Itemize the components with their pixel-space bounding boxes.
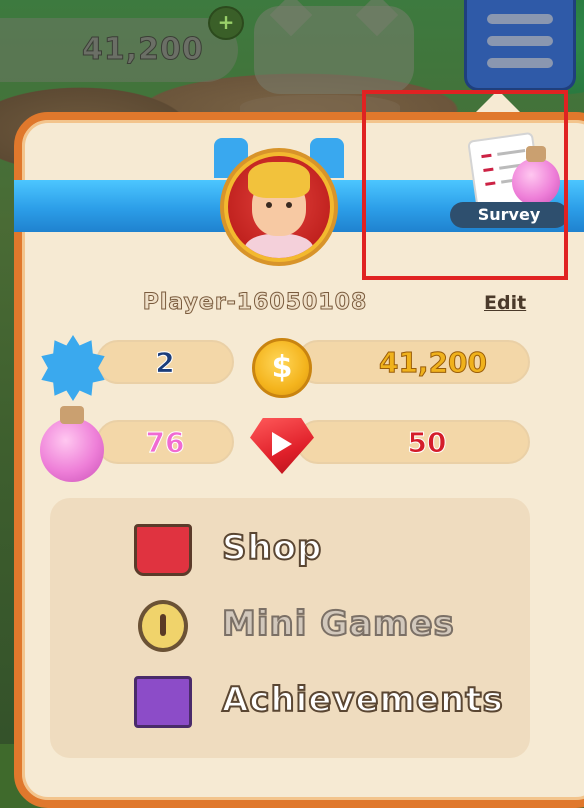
avatar-eye bbox=[266, 202, 272, 208]
rubies-value: 50 bbox=[407, 426, 447, 460]
avatar-hair bbox=[248, 162, 310, 198]
hamburger-menu-button[interactable] bbox=[464, 0, 576, 91]
menu-item-label: Shop bbox=[221, 527, 323, 569]
avatar-shirt bbox=[244, 234, 314, 258]
menu-item-shop[interactable]: Shop bbox=[134, 522, 514, 582]
hud-coin-value: 41,200 bbox=[82, 32, 204, 68]
menu-item-label: Achievements bbox=[221, 679, 504, 721]
rubies-stat: 50 bbox=[296, 420, 530, 464]
menu-bar bbox=[487, 14, 553, 24]
shop-basket-icon bbox=[134, 524, 192, 576]
potion-icon bbox=[40, 406, 104, 482]
avatar-eye bbox=[286, 202, 292, 208]
menu-bar bbox=[487, 58, 553, 68]
potions-stat: 76 bbox=[96, 420, 234, 464]
menu-item-label: Mini Games bbox=[221, 603, 455, 645]
coin-counter-hud: 41,200 bbox=[0, 18, 238, 82]
highlight-box bbox=[362, 90, 568, 280]
add-coins-button[interactable]: + bbox=[208, 6, 244, 40]
player-name: Player-16050108 bbox=[142, 290, 368, 316]
menu-item-mini-games[interactable]: Mini Games bbox=[134, 598, 514, 658]
menu-bar bbox=[487, 36, 553, 46]
level-stat: 2 bbox=[96, 340, 234, 384]
mask-slot-icon bbox=[254, 6, 414, 94]
menu-item-achievements[interactable]: Achievements bbox=[134, 674, 514, 734]
stopwatch-icon bbox=[138, 600, 188, 652]
level-value: 2 bbox=[155, 346, 175, 380]
potions-value: 76 bbox=[145, 426, 185, 460]
coins-stat: 41,200 bbox=[296, 340, 530, 384]
coins-value: 41,200 bbox=[378, 346, 488, 380]
coin-icon: $ bbox=[252, 338, 312, 398]
avatar[interactable] bbox=[228, 156, 330, 258]
book-icon bbox=[134, 676, 192, 728]
edit-name-link[interactable]: Edit bbox=[484, 292, 526, 314]
